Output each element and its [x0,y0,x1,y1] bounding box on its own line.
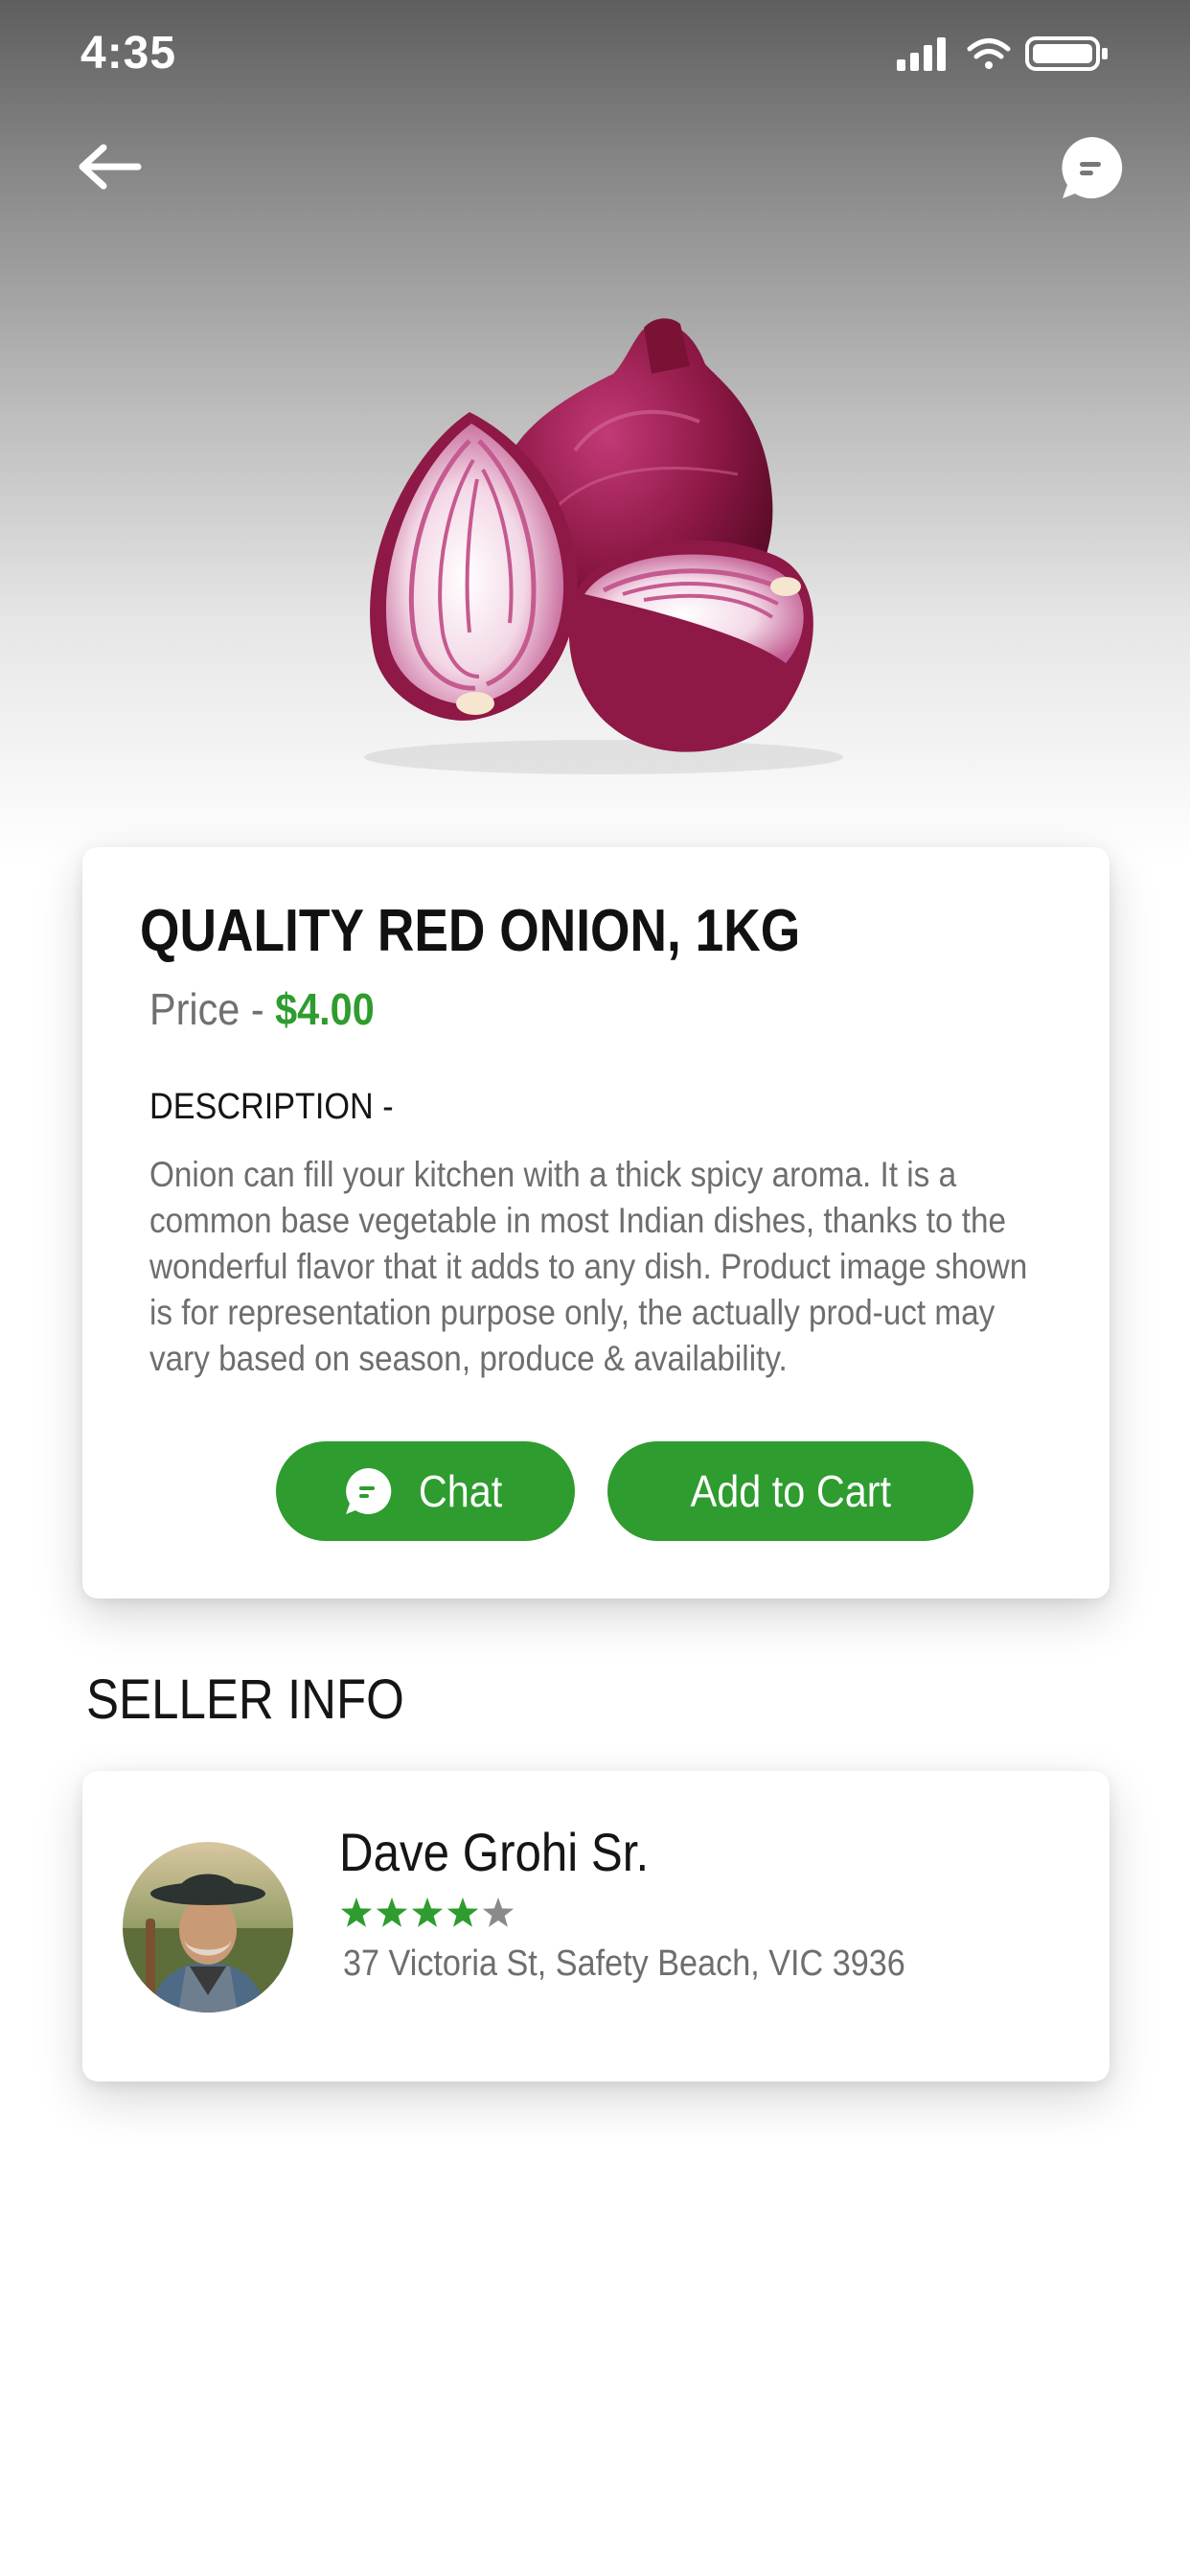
star-filled-icon [340,1898,373,1927]
chat-button[interactable]: Chat [276,1441,575,1541]
status-icons [897,36,1108,71]
seller-info-title: SELLER INFO [86,1668,404,1731]
price-value: $4.00 [275,984,375,1034]
status-time: 4:35 [80,28,177,79]
add-to-cart-button[interactable]: Add to Cart [607,1441,973,1541]
seller-avatar [123,1842,293,2012]
add-to-cart-label: Add to Cart [690,1466,891,1516]
seller-name: Dave Grohi Sr. [339,1822,650,1882]
wifi-icon [967,38,1011,69]
arrow-left-icon[interactable] [75,140,144,194]
product-image [364,318,843,774]
chat-bubble-icon [346,1467,392,1514]
seller-address: 37 Victoria St, Safety Beach, VIC 3936 [343,1944,905,1984]
chat-bubble-icon[interactable] [1058,134,1125,201]
product-title: QUALITY RED ONION, 1KG [140,898,801,964]
product-card: QUALITY RED ONION, 1KG Price - $4.00 DES… [82,847,1110,1598]
price-label: Price - [149,984,276,1034]
star-filled-icon [376,1898,408,1927]
price-row: Price - $4.00 [149,983,375,1035]
battery-icon [1025,36,1108,71]
seller-card[interactable]: Dave Grohi Sr. 37 Victoria St, Safety Be… [82,1771,1110,2082]
chat-button-label: Chat [419,1466,503,1516]
description-heading: DESCRIPTION - [149,1087,394,1127]
star-empty-icon [482,1898,515,1927]
star-filled-icon [446,1898,479,1927]
seller-rating [340,1898,515,1927]
star-filled-icon [411,1898,444,1927]
cellular-signal-icon [897,37,946,71]
description-text: Onion can fill your kitchen with a thick… [149,1155,1028,1378]
